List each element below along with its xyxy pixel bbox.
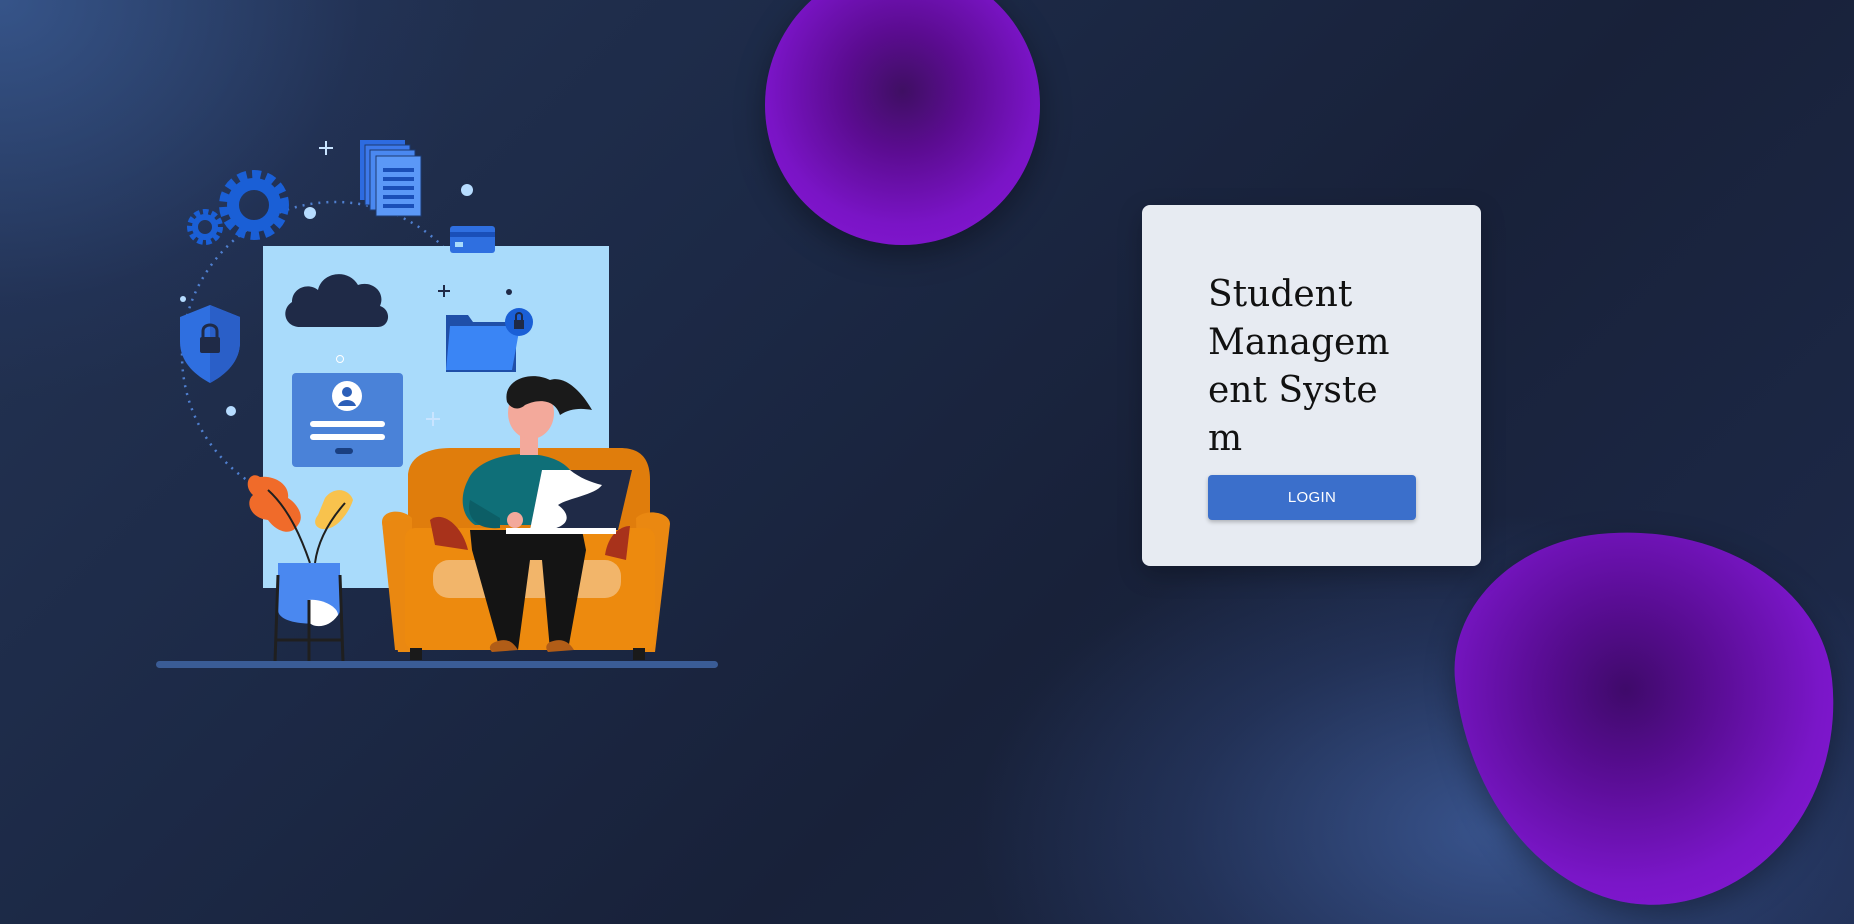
- login-button[interactable]: LOGIN: [1208, 475, 1416, 520]
- credit-card-icon: [450, 226, 495, 253]
- document-stack-icon: [360, 140, 422, 217]
- user-login-form-icon: [292, 373, 403, 467]
- decorative-blob-bottom: [1441, 511, 1854, 924]
- hero-illustration: [150, 130, 730, 675]
- login-card: Student Management System LOGIN: [1142, 205, 1481, 566]
- decorative-blob-top: [765, 0, 1040, 245]
- gear-icon: [187, 170, 289, 245]
- shield-lock-icon: [180, 305, 240, 383]
- floor-line: [156, 661, 718, 668]
- app-title: Student Management System: [1208, 274, 1390, 459]
